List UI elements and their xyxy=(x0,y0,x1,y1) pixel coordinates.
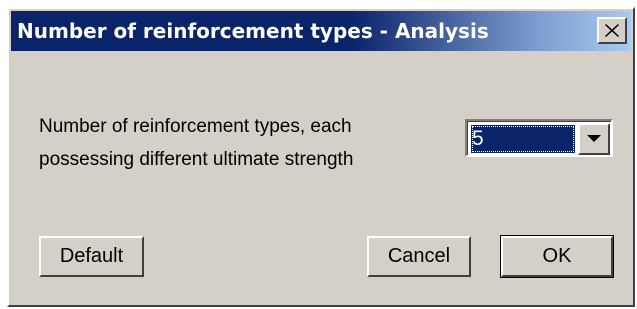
close-button[interactable] xyxy=(597,17,627,44)
default-button[interactable]: Default xyxy=(39,236,144,277)
ok-button[interactable]: OK xyxy=(500,235,614,278)
select-value[interactable]: 5 xyxy=(471,125,575,153)
chevron-down-icon xyxy=(587,135,601,142)
reinforcement-types-select[interactable]: 5 xyxy=(465,119,613,157)
dialog-title: Number of reinforcement types - Analysis xyxy=(17,19,489,43)
reinforcement-types-label: Number of reinforcement types, each poss… xyxy=(39,110,439,176)
cancel-button[interactable]: Cancel xyxy=(367,236,471,277)
prompt-line-1: Number of reinforcement types, each xyxy=(39,116,352,137)
dropdown-button[interactable] xyxy=(578,123,610,155)
close-icon xyxy=(605,24,619,37)
prompt-line-2: possessing different ultimate strength xyxy=(39,149,354,170)
dialog-window: Number of reinforcement types - Analysis… xyxy=(7,7,635,307)
title-bar[interactable]: Number of reinforcement types - Analysis xyxy=(11,11,631,51)
